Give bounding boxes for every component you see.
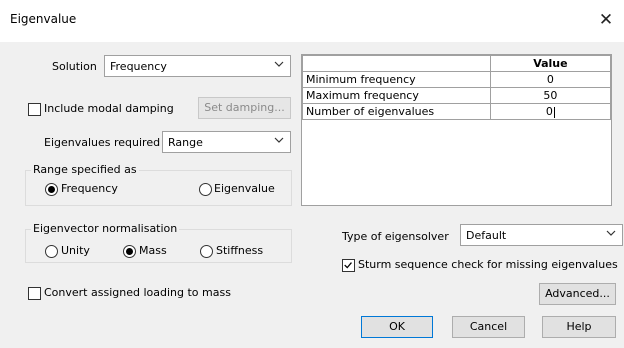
eigensolver-select[interactable]: Default	[460, 224, 623, 246]
normalisation-label: Eigenvector normalisation	[31, 222, 180, 235]
row-value-cell[interactable]: 0	[489, 103, 612, 120]
row-name: Maximum frequency	[302, 87, 491, 104]
chevron-down-icon	[274, 61, 284, 67]
close-icon[interactable]: ✕	[592, 6, 620, 34]
text-cursor	[553, 106, 555, 118]
include-modal-damping-label: Include modal damping	[44, 102, 174, 115]
radio-stiffness-label: Stiffness	[216, 244, 264, 257]
cancel-button[interactable]: Cancel	[452, 316, 525, 338]
chevron-down-icon	[606, 230, 616, 236]
solution-select[interactable]: Frequency	[104, 55, 291, 77]
convert-loading-checkbox[interactable]	[28, 287, 41, 300]
eigenvalue-dialog: Eigenvalue ✕ Solution Frequency Include …	[0, 0, 624, 348]
row-value: 50	[543, 89, 558, 102]
radio-frequency[interactable]	[45, 183, 58, 196]
convert-loading-label: Convert assigned loading to mass	[44, 286, 231, 299]
include-modal-damping-checkbox[interactable]	[28, 103, 41, 116]
row-value: 0	[546, 73, 554, 86]
chevron-down-icon	[274, 137, 284, 143]
set-damping-button[interactable]: Set damping...	[198, 97, 291, 119]
solution-label: Solution	[52, 60, 97, 73]
radio-unity-label: Unity	[61, 244, 90, 257]
row-name: Minimum frequency	[302, 71, 491, 88]
row-value: 0	[545, 105, 553, 118]
row-name: Number of eigenvalues	[302, 103, 491, 120]
table-row: Number of eigenvalues 0	[302, 103, 612, 120]
radio-eigenvalue[interactable]	[199, 183, 212, 196]
table-row: Maximum frequency 50	[302, 87, 612, 104]
radio-frequency-label: Frequency	[61, 182, 118, 195]
check-icon	[344, 262, 352, 269]
sturm-check-label: Sturm sequence check for missing eigenva…	[358, 258, 618, 271]
ok-button[interactable]: OK	[361, 316, 433, 338]
sturm-check-checkbox[interactable]	[342, 259, 355, 272]
eigensolver-value: Default	[466, 229, 507, 242]
radio-stiffness[interactable]	[200, 245, 213, 258]
radio-eigenvalue-label: Eigenvalue	[214, 182, 275, 195]
table-header-name	[302, 55, 491, 72]
advanced-button[interactable]: Advanced...	[539, 283, 616, 305]
parameter-table: Value Minimum frequency 0 Maximum freque…	[301, 54, 612, 206]
eigenvalues-required-value: Range	[168, 136, 203, 149]
eigenvalues-required-select[interactable]: Range	[162, 131, 291, 153]
eigenvalues-required-label: Eigenvalues required	[44, 136, 161, 149]
row-value-cell[interactable]: 50	[489, 87, 612, 104]
table-row: Minimum frequency 0	[302, 71, 612, 88]
range-specified-label: Range specified as	[31, 163, 139, 176]
window-title: Eigenvalue	[10, 12, 77, 26]
radio-mass-label: Mass	[139, 244, 167, 257]
table-header-value: Value	[489, 55, 612, 72]
title-bar: Eigenvalue ✕	[0, 0, 624, 42]
help-button[interactable]: Help	[542, 316, 616, 338]
solution-value: Frequency	[110, 60, 167, 73]
eigensolver-label: Type of eigensolver	[342, 230, 449, 243]
radio-unity[interactable]	[45, 245, 58, 258]
row-value-cell[interactable]: 0	[489, 71, 612, 88]
radio-mass[interactable]	[123, 245, 136, 258]
table-header-row: Value	[302, 55, 612, 72]
